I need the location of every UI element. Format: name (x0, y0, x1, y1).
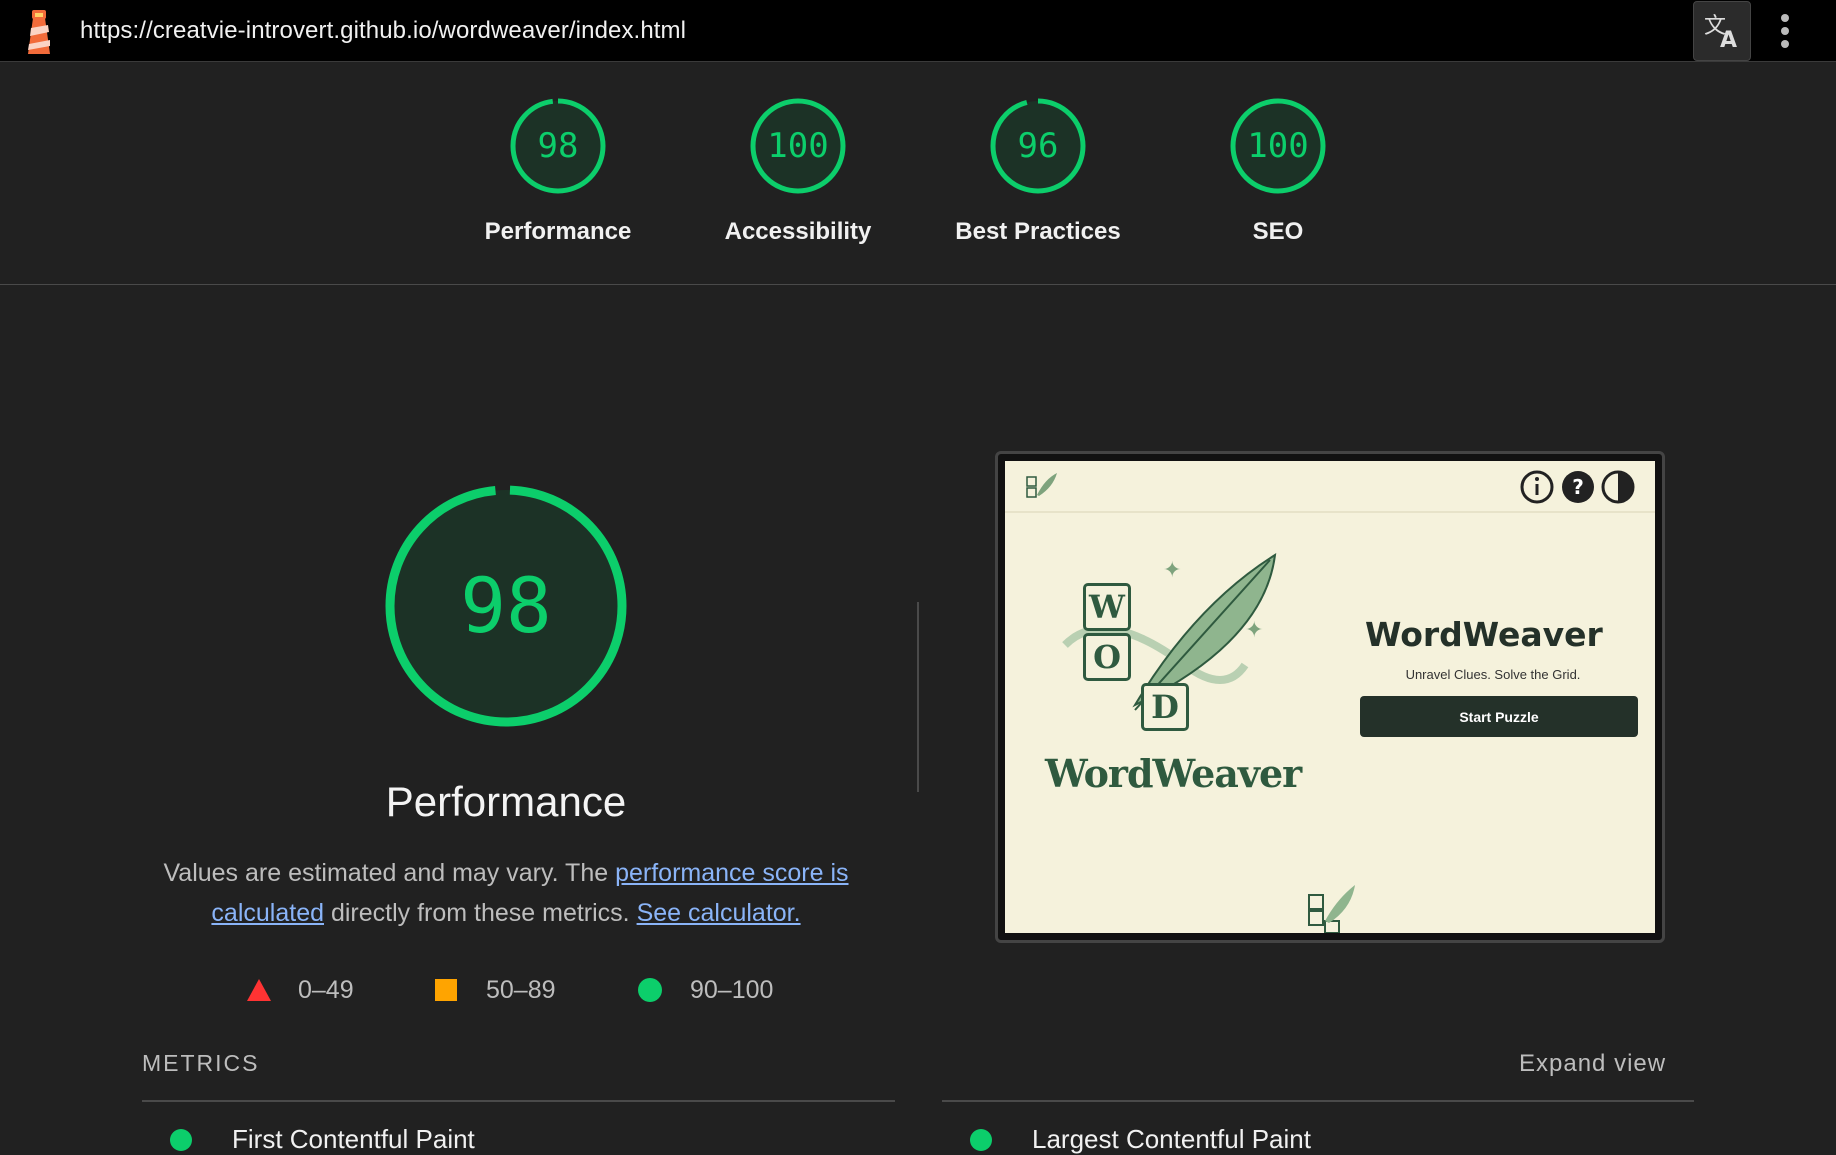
metric-label: First Contentful Paint (232, 1124, 475, 1154)
footer-logo-icon (1308, 885, 1355, 933)
svg-text:?: ? (1572, 475, 1584, 499)
info-icon[interactable] (1519, 469, 1555, 505)
score-ring: 98 (510, 98, 606, 194)
screenshot-title: WordWeaver (1365, 615, 1603, 654)
score-label: Performance (484, 218, 632, 245)
score-value: 100 (767, 126, 828, 166)
svg-text:A: A (1720, 28, 1737, 51)
more-vert-icon[interactable] (1770, 10, 1800, 52)
performance-gauge: 98 (385, 485, 627, 727)
score-ring: 100 (1230, 98, 1326, 194)
metric-lcp[interactable]: Largest Contentful Paint (970, 1124, 1311, 1155)
translate-button[interactable]: 文 A (1693, 1, 1751, 61)
score-ring: 100 (750, 98, 846, 194)
lighthouse-icon (28, 10, 50, 54)
letter-tile: W (1083, 583, 1131, 631)
url-text[interactable]: https://creatvie-introvert.github.io/wor… (80, 17, 686, 45)
score-value: 96 (1018, 126, 1059, 166)
gauge-accessibility[interactable]: 100 Accessibility (678, 96, 918, 246)
score-label: Best Practices (955, 218, 1121, 245)
translate-icon: 文 A (1704, 14, 1737, 51)
score-summary: 98 Performance 100 Accessibility 96 Best… (0, 62, 1836, 285)
desc-text: Values are estimated and may vary. The (163, 859, 616, 887)
pass-circle-icon (170, 1128, 192, 1151)
square-icon (435, 979, 457, 1001)
divider (917, 602, 919, 792)
final-screenshot[interactable]: ? ✦ ✦ ✦ W O D WordWeaver WordWeaver Unra… (995, 451, 1665, 943)
desc-text: directly from these metrics. (324, 899, 637, 927)
score-ring: 96 (990, 98, 1086, 194)
gauge-best-practices[interactable]: 96 Best Practices (918, 96, 1158, 246)
svg-text:✦: ✦ (1245, 618, 1263, 643)
performance-score: 98 (460, 561, 552, 650)
pass-circle-icon (970, 1128, 992, 1151)
performance-title: Performance (385, 778, 627, 825)
metrics-heading: METRICS (142, 1050, 260, 1076)
score-value: 100 (1247, 126, 1308, 166)
start-puzzle-button[interactable]: Start Puzzle (1360, 696, 1638, 737)
legend-pass: 90–100 (638, 972, 773, 1008)
gauge-seo[interactable]: 100 SEO (1158, 96, 1398, 246)
browser-bar: https://creatvie-introvert.github.io/wor… (0, 0, 1836, 62)
divider (142, 1100, 895, 1102)
legend-label: 50–89 (486, 975, 556, 1004)
expand-view-toggle[interactable]: Expand view (1519, 1050, 1666, 1078)
score-label: SEO (1252, 218, 1304, 245)
circle-icon (638, 978, 662, 1002)
small-logo-icon (1026, 473, 1057, 498)
performance-description: Values are estimated and may vary. The p… (140, 853, 872, 933)
contrast-icon[interactable] (1600, 469, 1636, 505)
divider (942, 1100, 1694, 1102)
legend-average: 50–89 (434, 972, 556, 1008)
see-calculator-link[interactable]: See calculator. (637, 899, 801, 927)
letter-tile: O (1083, 633, 1131, 681)
screenshot-tagline: Unravel Clues. Solve the Grid. (1405, 667, 1581, 682)
screenshot-page: ? ✦ ✦ ✦ W O D WordWeaver WordWeaver Unra… (1005, 461, 1655, 933)
screenshot-header (1005, 461, 1655, 513)
score-value: 98 (538, 126, 579, 166)
legend-label: 0–49 (298, 975, 354, 1004)
brand-wordmark: WordWeaver (1045, 751, 1302, 796)
metric-label: Largest Contentful Paint (1032, 1124, 1311, 1154)
score-label: Accessibility (724, 218, 872, 245)
legend-fail: 0–49 (246, 972, 354, 1008)
gauge-performance[interactable]: 98 Performance (438, 96, 678, 246)
letter-tile: D (1141, 683, 1189, 731)
legend-label: 90–100 (690, 975, 774, 1004)
help-icon[interactable]: ? (1560, 469, 1596, 505)
metric-fcp[interactable]: First Contentful Paint (170, 1124, 475, 1155)
svg-text:✦: ✦ (1163, 558, 1181, 583)
triangle-icon (247, 979, 271, 1001)
